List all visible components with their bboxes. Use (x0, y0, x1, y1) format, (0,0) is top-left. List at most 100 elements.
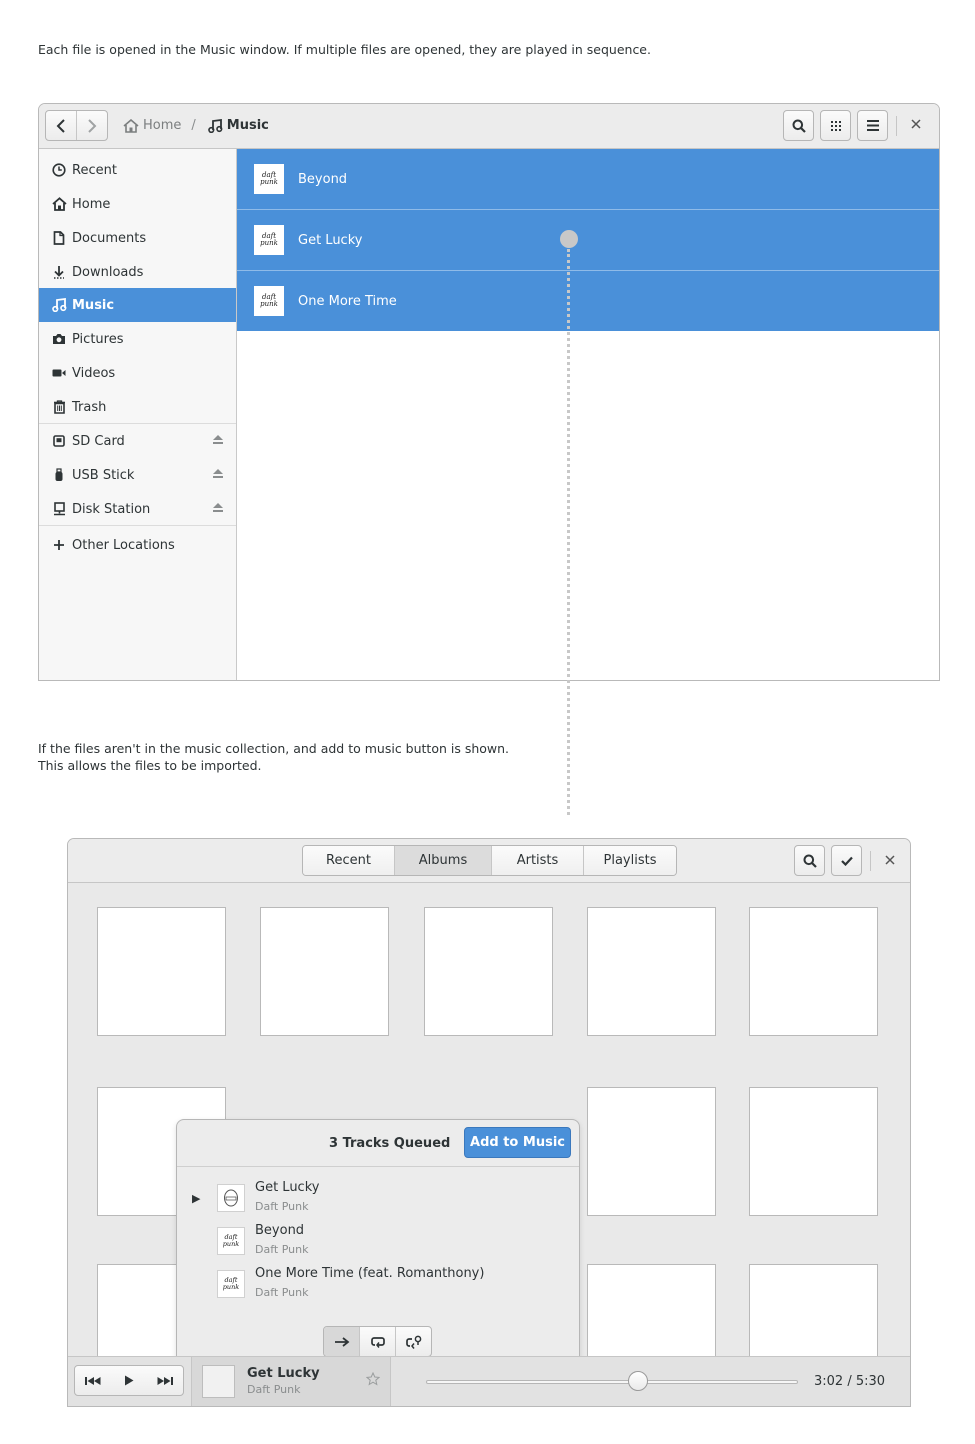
sidebar-item-other-locations[interactable]: Other Locations (39, 528, 236, 562)
sidebar-item-label: Other Locations (72, 537, 175, 553)
track-title: One More Time (feat. Romanthony) (255, 1266, 485, 1281)
places-sidebar: Recent Home Documents Downloads Music Pi… (39, 149, 237, 680)
sd-card-icon (51, 433, 67, 449)
sidebar-item-downloads[interactable]: Downloads (39, 255, 236, 289)
sidebar-item-videos[interactable]: Videos (39, 356, 236, 390)
search-button[interactable] (794, 845, 825, 876)
home-icon (51, 196, 67, 212)
repeat-song-button[interactable] (395, 1327, 431, 1356)
file-name: Beyond (298, 171, 348, 187)
track-artist: Daft Punk (255, 1200, 309, 1213)
tab-albums[interactable]: Albums (394, 846, 491, 875)
back-button[interactable] (46, 111, 76, 140)
progress-track[interactable] (426, 1380, 798, 1384)
close-window-button[interactable] (885, 853, 895, 869)
breadcrumb-home[interactable]: Home (123, 118, 181, 133)
drag-connector-line (567, 249, 570, 815)
sidebar-item-sd-card[interactable]: SD Card (39, 424, 236, 458)
select-button[interactable] (831, 845, 862, 876)
album-art-thumbnail: daft punk (254, 286, 284, 316)
video-icon (51, 365, 67, 381)
view-grid-button[interactable] (820, 110, 851, 141)
sidebar-separator (39, 525, 236, 526)
no-repeat-button[interactable] (324, 1327, 359, 1356)
album-tile[interactable] (260, 907, 389, 1036)
album-tile[interactable] (749, 907, 878, 1036)
track-title: Get Lucky (255, 1180, 320, 1195)
sidebar-item-recent[interactable]: Recent (39, 153, 236, 187)
sidebar-item-pictures[interactable]: Pictures (39, 322, 236, 356)
sidebar-item-label: Trash (72, 399, 107, 415)
sidebar-item-disk-station[interactable]: Disk Station (39, 492, 236, 526)
sidebar-item-label: Home (72, 196, 111, 212)
sidebar-item-trash[interactable]: Trash (39, 390, 236, 424)
import-note: If the files aren't in the music collect… (38, 740, 509, 774)
queue-track[interactable]: daft punk Beyond Daft Punk (177, 1222, 577, 1265)
sidebar-item-label: USB Stick (72, 467, 135, 483)
file-name: One More Time (298, 293, 397, 309)
progress-slider-knob[interactable] (628, 1371, 649, 1391)
breadcrumb-current[interactable]: Music (207, 118, 269, 133)
tab-playlists[interactable]: Playlists (583, 846, 676, 875)
eject-icon[interactable] (212, 502, 224, 517)
album-tile[interactable] (97, 907, 226, 1036)
search-icon (803, 854, 817, 868)
navigation-buttons (45, 110, 108, 141)
breadcrumb: Home / Music (123, 118, 269, 133)
eject-icon[interactable] (212, 468, 224, 483)
close-window-button[interactable] (911, 117, 921, 133)
track-artist: Daft Punk (255, 1286, 309, 1299)
album-tile[interactable] (587, 907, 716, 1036)
eject-icon[interactable] (212, 434, 224, 449)
music-window: Recent Albums Artists Playlists 3 Tracks… (67, 838, 911, 1407)
star-icon[interactable] (365, 1371, 381, 1390)
file-row[interactable]: daft punk Beyond (237, 149, 939, 209)
queue-track[interactable]: daft punk One More Time (feat. Romanthon… (177, 1265, 577, 1308)
sidebar-item-label: SD Card (72, 433, 125, 449)
popover-separator (177, 1166, 579, 1167)
drag-handle-dot (560, 230, 578, 248)
sidebar-item-usb-stick[interactable]: USB Stick (39, 458, 236, 492)
menu-button[interactable] (857, 110, 888, 141)
next-button[interactable] (147, 1366, 183, 1395)
album-tile[interactable] (587, 1087, 716, 1216)
home-icon (123, 118, 139, 133)
tab-artists[interactable]: Artists (491, 846, 583, 875)
file-row[interactable]: daft punk One More Time (237, 271, 939, 331)
helmet-icon (224, 1189, 238, 1207)
intro-note: Each file is opened in the Music window.… (38, 42, 651, 57)
now-playing-icon: ▶ (192, 1192, 201, 1205)
forward-button[interactable] (76, 111, 107, 140)
player-bar: Get Lucky Daft Punk 3:02 / 5:30 (68, 1356, 910, 1406)
file-list: daft punk Beyond daft punk Get Lucky daf… (237, 149, 939, 680)
now-playing-artist: Daft Punk (247, 1383, 301, 1396)
previous-button[interactable] (75, 1366, 111, 1395)
play-icon (125, 1375, 134, 1386)
breadcrumb-current-label: Music (226, 118, 269, 133)
files-header-bar: Home / Music (39, 104, 939, 149)
repeat-button[interactable] (359, 1327, 395, 1356)
track-artist: Daft Punk (255, 1243, 309, 1256)
now-playing-cover (202, 1365, 235, 1398)
skip-forward-icon (157, 1376, 173, 1385)
sidebar-item-home[interactable]: Home (39, 187, 236, 221)
file-row[interactable]: daft punk Get Lucky (237, 210, 939, 270)
queue-track[interactable]: ▶ Get Lucky Daft Punk (177, 1179, 577, 1222)
music-icon (51, 297, 67, 313)
play-button[interactable] (111, 1366, 147, 1395)
view-switcher: Recent Albums Artists Playlists (302, 845, 677, 876)
file-name: Get Lucky (298, 232, 363, 248)
add-to-music-button[interactable]: Add to Music (464, 1127, 571, 1158)
plus-icon (51, 537, 67, 553)
now-playing-info: Get Lucky Daft Punk (191, 1357, 391, 1406)
sidebar-item-music[interactable]: Music (39, 288, 236, 322)
album-art-thumbnail: daft punk (217, 1227, 245, 1255)
playback-time: 3:02 / 5:30 (814, 1374, 886, 1389)
album-tile[interactable] (424, 907, 553, 1036)
sidebar-item-label: Pictures (72, 331, 124, 347)
tab-recent[interactable]: Recent (303, 846, 394, 875)
sidebar-item-documents[interactable]: Documents (39, 221, 236, 255)
album-tile[interactable] (749, 1087, 878, 1216)
search-button[interactable] (783, 110, 814, 141)
document-icon (51, 230, 67, 246)
